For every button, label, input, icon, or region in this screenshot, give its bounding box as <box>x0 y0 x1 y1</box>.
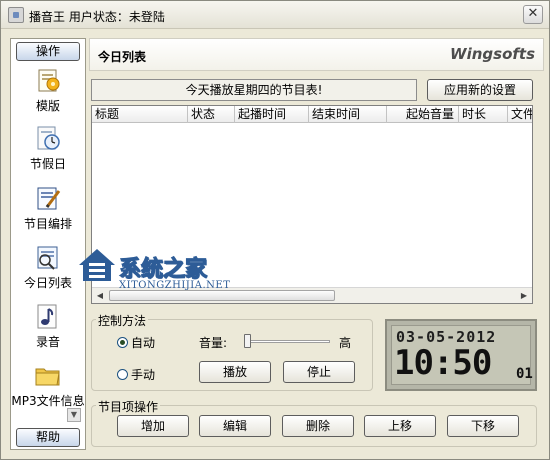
sidebar-item-label: 录音 <box>35 335 60 349</box>
music-note-icon <box>37 304 57 329</box>
column-header-end-time[interactable]: 结束时间 <box>309 106 387 123</box>
page-title: 今日列表 <box>98 50 147 64</box>
column-header-title[interactable]: 标题 <box>92 106 188 123</box>
column-header-status[interactable]: 状态 <box>188 106 235 123</box>
sidebar-item-holiday[interactable]: 节假日 <box>11 123 85 172</box>
page-header: 今日列表 Wingsofts <box>89 38 544 71</box>
help-button[interactable]: 帮助 <box>16 428 80 447</box>
delete-button[interactable]: 删除 <box>282 415 354 437</box>
app-icon <box>8 7 24 23</box>
move-up-button[interactable]: 上移 <box>364 415 436 437</box>
auto-radio-indicator[interactable] <box>117 337 128 348</box>
sidebar-scroll-down-icon[interactable]: ▼ <box>67 408 81 422</box>
column-header-start-volume[interactable]: 起始音量 <box>387 106 459 123</box>
sidebar-item-record[interactable]: 录音 <box>11 301 85 350</box>
window-title: 播音王 用户状态：未登陆 <box>29 10 165 24</box>
volume-label: 音量: <box>199 336 228 350</box>
stop-button[interactable]: 停止 <box>283 361 355 383</box>
clock-seconds: 01 <box>516 366 533 382</box>
table-header: 标题 状态 起播时间 结束时间 起始音量 时长 文件 <box>92 106 532 123</box>
volume-slider-thumb[interactable] <box>244 334 251 348</box>
control-method-title: 控制方法 <box>96 312 149 329</box>
column-header-file[interactable]: 文件 <box>508 106 532 123</box>
program-edit-icon <box>37 187 61 210</box>
volume-high-label: 高 <box>339 336 352 350</box>
template-icon <box>38 69 60 92</box>
sidebar-item-label: MP3文件信息 <box>11 394 85 408</box>
schedule-banner: 今天播放星期四的节目表! <box>91 79 417 101</box>
manual-radio-label: 手动 <box>131 368 156 382</box>
edit-button[interactable]: 编辑 <box>199 415 271 437</box>
watermark-house-icon <box>79 249 115 281</box>
sidebar-item-label: 节目编排 <box>23 217 72 231</box>
column-header-start-time[interactable]: 起播时间 <box>235 106 309 123</box>
sidebar-item-label: 节假日 <box>29 157 66 171</box>
watermark-subtext: XITONGZHIJIA.NET <box>119 280 231 291</box>
close-button[interactable]: ✕ <box>523 5 543 24</box>
scroll-right-icon[interactable]: ▶ <box>516 288 532 303</box>
move-down-button[interactable]: 下移 <box>447 415 519 437</box>
title-bar[interactable]: 播音王 用户状态：未登陆 ✕ <box>1 1 549 29</box>
item-operations-title: 节目项操作 <box>96 398 161 415</box>
add-button[interactable]: 增加 <box>117 415 189 437</box>
watermark: 系统之家 XITONGZHIJIA.NET <box>75 239 255 307</box>
holiday-clock-icon <box>37 126 60 150</box>
clock-time: 10:50 <box>394 343 492 383</box>
sidebar-item-label: 模版 <box>35 99 60 113</box>
lcd-clock: 03-05-2012 10:50 01 <box>385 319 537 391</box>
today-list-icon <box>37 246 58 270</box>
sidebar-item-today-list[interactable]: 今日列表 <box>11 242 85 291</box>
app-window: 播音王 用户状态：未登陆 ✕ 操作 模版 节假日 节目编排 今日列表 录音 MP… <box>0 0 550 460</box>
apply-settings-button[interactable]: 应用新的设置 <box>427 79 533 101</box>
play-button[interactable]: 播放 <box>199 361 271 383</box>
manual-radio-indicator[interactable] <box>117 369 128 380</box>
lcd-display: 03-05-2012 10:50 01 <box>391 325 533 385</box>
sidebar-item-label: 今日列表 <box>23 276 72 290</box>
watermark-text: 系统之家 <box>118 257 208 283</box>
brand-logo: Wingsofts <box>450 45 535 63</box>
folder-icon <box>35 368 60 386</box>
sidebar-item-template[interactable]: 模版 <box>11 65 85 114</box>
manual-radio[interactable]: 手动 <box>117 366 155 383</box>
auto-radio[interactable]: 自动 <box>117 334 155 351</box>
auto-radio-label: 自动 <box>131 336 156 350</box>
operation-button[interactable]: 操作 <box>16 42 80 61</box>
sidebar-item-program-edit[interactable]: 节目编排 <box>11 183 85 232</box>
sidebar-item-mp3-info[interactable]: MP3文件信息 <box>11 360 85 409</box>
column-header-duration[interactable]: 时长 <box>459 106 508 123</box>
volume-slider-track[interactable] <box>246 340 330 343</box>
